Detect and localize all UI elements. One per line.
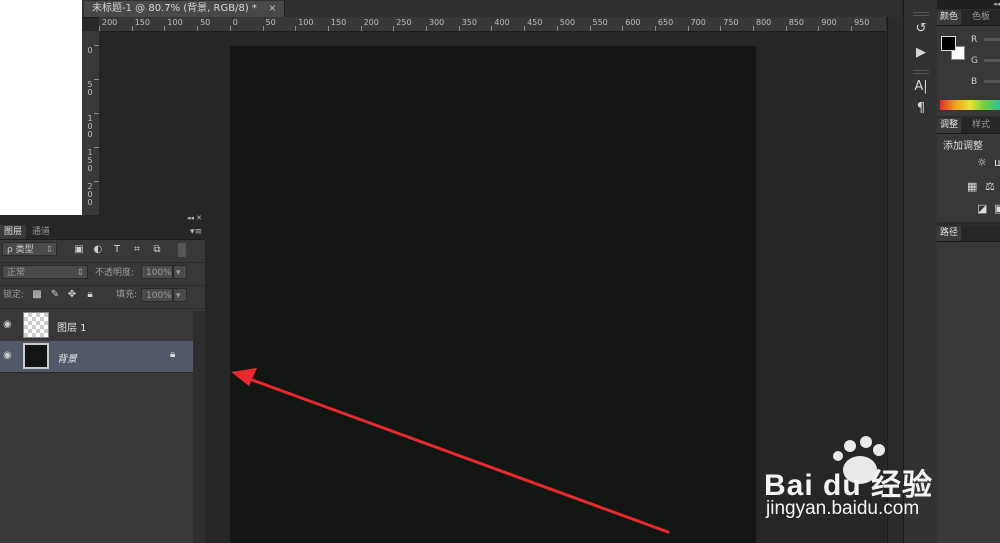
baidu-jingyan-watermark: Bai du 经验 jingyan.baidu.com — [752, 436, 992, 526]
watermark-url: jingyan.baidu.com — [766, 498, 920, 519]
